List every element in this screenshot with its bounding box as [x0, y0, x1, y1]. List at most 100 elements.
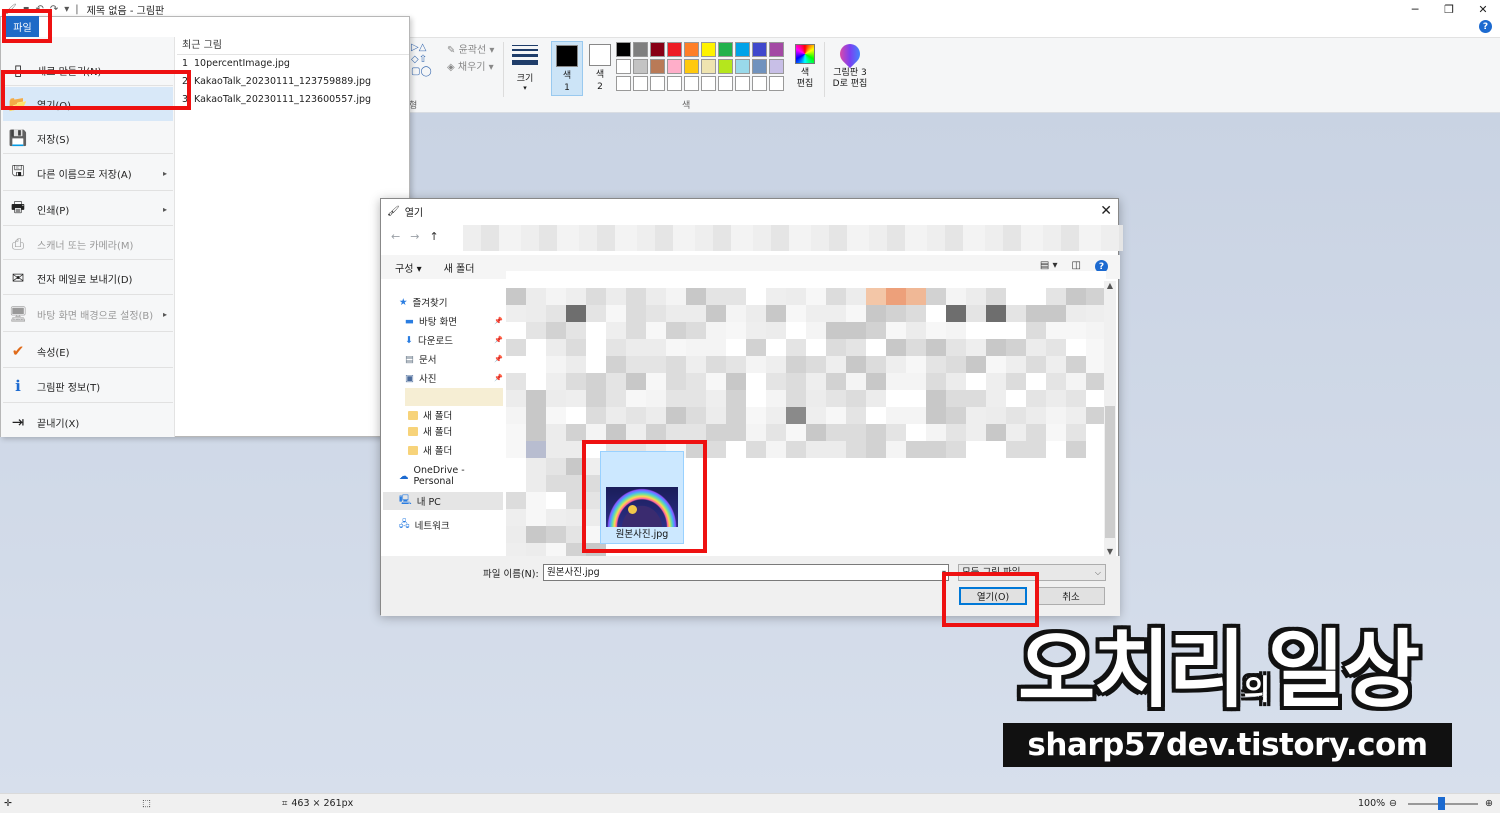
fill-button[interactable]: ◈ 채우기 ▾ [447, 59, 494, 76]
palette-color-swatch[interactable] [667, 59, 682, 74]
back-arrow-icon[interactable]: ← [391, 230, 400, 243]
zoom-slider-handle[interactable] [1438, 797, 1445, 810]
new-folder-button[interactable]: 새 폴더 [444, 260, 475, 275]
palette-color-swatch[interactable] [701, 59, 716, 74]
size-button[interactable]: 크기 ▾ [510, 42, 540, 92]
recent-file-item[interactable]: 1 10percentImage.jpg [177, 55, 409, 73]
nav-network[interactable]: 🖧 네트워크 [399, 516, 503, 534]
blurred-thumbnail-tile [866, 424, 886, 441]
palette-color-swatch[interactable] [633, 59, 648, 74]
recent-file-item[interactable]: 3 KakaoTalk_20230111_123600557.jpg [177, 91, 409, 109]
palette-color-swatch[interactable] [616, 76, 631, 91]
nav-new-folder[interactable]: 새 폴더 [408, 441, 503, 459]
submenu-arrow-icon: ▸ [162, 309, 167, 319]
palette-color-swatch[interactable] [684, 59, 699, 74]
edit-colors-button[interactable]: 색 편집 [792, 44, 818, 90]
palette-color-swatch[interactable] [735, 76, 750, 91]
blurred-thumbnail-tile [826, 390, 846, 407]
file-menu-item[interactable]: 🖥 바탕 화면 배경으로 설정(B) ▸ [3, 297, 173, 331]
scroll-thumb[interactable] [1105, 406, 1115, 538]
file-menu-item[interactable]: ✉ 전자 메일로 보내기(D) [3, 261, 173, 295]
close-window-button[interactable]: ✕ [1466, 0, 1500, 18]
palette-color-swatch[interactable] [633, 42, 648, 57]
scroll-up-icon[interactable]: ▲ [1104, 281, 1116, 290]
file-menu-item[interactable]: ⎙ 스캐너 또는 카메라(M) [3, 227, 173, 261]
palette-color-swatch[interactable] [684, 42, 699, 57]
palette-color-swatch[interactable] [616, 59, 631, 74]
file-menu-item[interactable]: 🖶 인쇄(P) ▸ [3, 192, 173, 226]
blurred-thumbnail-tile [986, 424, 1006, 441]
file-menu-item[interactable]: ⇥ 끝내기(X) [3, 405, 173, 439]
palette-color-swatch[interactable] [667, 42, 682, 57]
palette-color-swatch[interactable] [769, 76, 784, 91]
dialog-close-button[interactable]: ✕ [1100, 203, 1112, 219]
minimize-button[interactable]: ─ [1398, 0, 1432, 18]
blurred-thumbnail-tile [866, 356, 886, 373]
color1-button[interactable]: 색 1 [551, 41, 583, 96]
palette-color-swatch[interactable] [701, 42, 716, 57]
scroll-down-icon[interactable]: ▼ [1104, 547, 1116, 556]
palette-color-swatch[interactable] [735, 42, 750, 57]
blurred-thumbnail-tile [826, 475, 846, 492]
file-menu-item[interactable]: 🖫 다른 이름으로 저장(A) ▸ [3, 156, 173, 190]
file-list-scrollbar[interactable]: ▲ ▼ [1104, 281, 1116, 556]
palette-color-swatch[interactable] [684, 76, 699, 91]
palette-color-swatch[interactable] [752, 59, 767, 74]
palette-color-swatch[interactable] [633, 76, 648, 91]
customize-qat-icon[interactable]: ▾ [64, 4, 69, 15]
palette-color-swatch[interactable] [701, 76, 716, 91]
zoom-in-icon[interactable]: ⊕ [1485, 798, 1493, 809]
palette-color-swatch[interactable] [718, 42, 733, 57]
cancel-button[interactable]: 취소 [1037, 587, 1105, 605]
palette-color-swatch[interactable] [616, 42, 631, 57]
nav-desktop[interactable]: ▬ 바탕 화면 📌 [405, 312, 503, 330]
forward-arrow-icon[interactable]: → [410, 230, 419, 243]
palette-color-swatch[interactable] [650, 76, 665, 91]
blurred-thumbnail-tile [746, 543, 766, 556]
help-icon[interactable]: ? [1479, 20, 1492, 33]
blurred-thumbnail-tile [926, 373, 946, 390]
nav-downloads[interactable]: ⬇ 다운로드 📌 [405, 331, 503, 349]
nav-new-folder[interactable]: 새 폴더 [408, 422, 503, 440]
shape-gallery[interactable]: ▷△ ◇⇧ ▢◯ [411, 42, 446, 78]
edit-with-paint3d-button[interactable]: 그림판 3 D로 편집 [828, 39, 872, 90]
menu-separator [3, 331, 173, 332]
palette-color-swatch[interactable] [667, 76, 682, 91]
palette-color-swatch[interactable] [735, 59, 750, 74]
palette-color-swatch[interactable] [769, 42, 784, 57]
nav-documents[interactable]: ▤ 문서 📌 [405, 350, 503, 368]
address-bar-blurred[interactable] [463, 225, 1123, 251]
nav-blurred-item[interactable] [405, 388, 503, 406]
recent-file-name: KakaoTalk_20230111_123600557.jpg [194, 94, 372, 105]
blurred-thumbnail-tile [506, 424, 526, 441]
outline-button[interactable]: ✎ 윤곽선 ▾ [447, 42, 494, 59]
up-arrow-icon[interactable]: ↑ [429, 230, 438, 243]
nav-this-pc[interactable]: 🖳 내 PC [383, 492, 503, 510]
nav-onedrive[interactable]: ☁ OneDrive - Personal [399, 465, 503, 487]
palette-color-swatch[interactable] [718, 76, 733, 91]
blurred-thumbnail-tile [846, 322, 866, 339]
palette-color-swatch[interactable] [752, 76, 767, 91]
file-menu-item[interactable]: 💾 저장(S) [3, 121, 173, 155]
nav-favorites[interactable]: ★ 즐겨찾기 [399, 293, 503, 311]
file-menu-item[interactable]: ℹ 그림판 정보(T) [3, 369, 173, 403]
outline-fill-tools: ✎ 윤곽선 ▾ ◈ 채우기 ▾ [447, 42, 494, 76]
restore-button[interactable]: ❐ [1432, 0, 1466, 18]
nav-label: OneDrive - Personal [413, 465, 465, 487]
zoom-out-icon[interactable]: ⊖ [1389, 798, 1397, 809]
blurred-thumbnail-tile [786, 492, 806, 509]
palette-color-swatch[interactable] [650, 59, 665, 74]
palette-color-swatch[interactable] [769, 59, 784, 74]
nav-pictures[interactable]: ▣ 사진 📌 [405, 369, 503, 387]
blurred-thumbnail-tile [826, 492, 846, 509]
palette-color-swatch[interactable] [752, 42, 767, 57]
blurred-thumbnail-tile [506, 288, 526, 305]
file-menu-item[interactable]: ✔ 속성(E) [3, 334, 173, 368]
filename-input[interactable]: 원본사진.jpg ▾ [543, 564, 949, 581]
color2-button[interactable]: 색 2 [584, 41, 616, 96]
palette-color-swatch[interactable] [718, 59, 733, 74]
recent-file-item[interactable]: 2 KakaoTalk_20230111_123759889.jpg [177, 73, 409, 91]
organize-button[interactable]: 구성 ▾ [395, 260, 422, 275]
palette-color-swatch[interactable] [650, 42, 665, 57]
blurred-thumbnail-tile [806, 390, 826, 407]
